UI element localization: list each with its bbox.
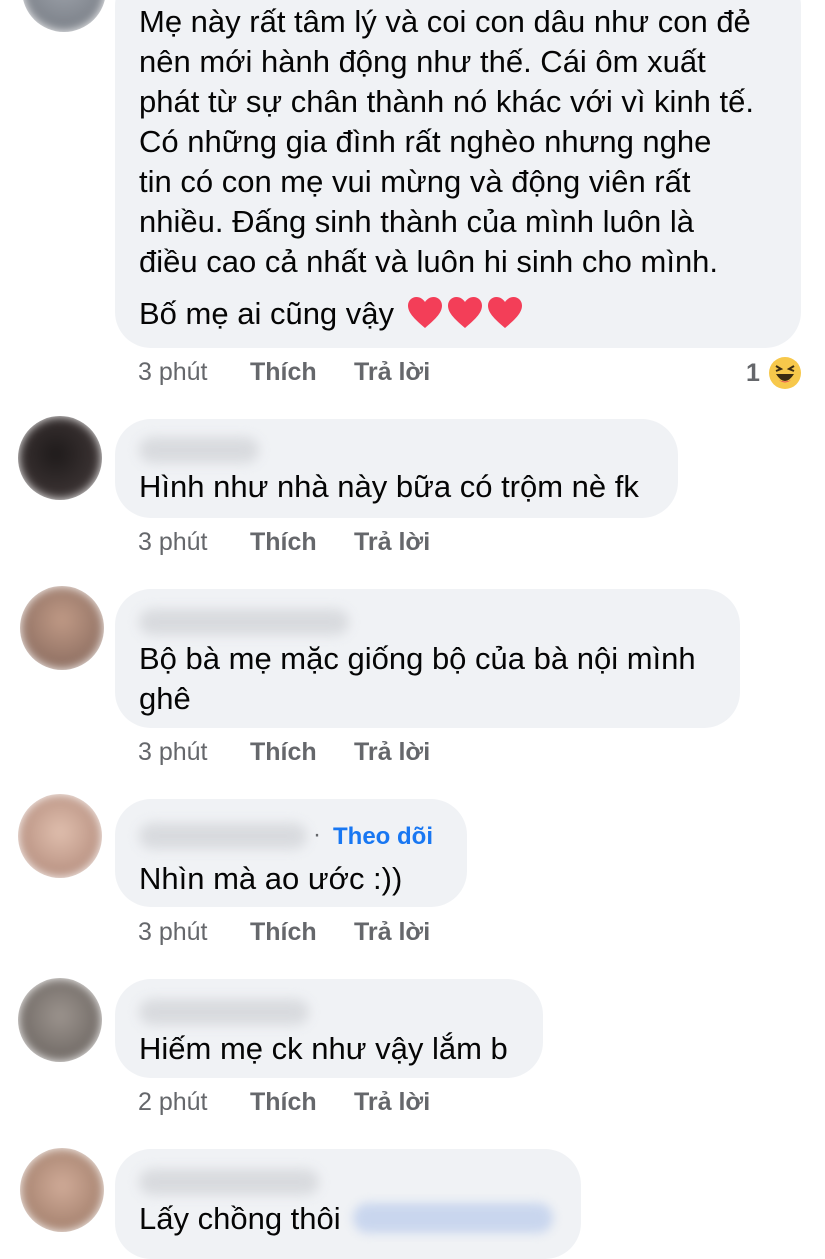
author-name-redacted[interactable] — [139, 437, 259, 463]
tagged-user-redacted[interactable] — [353, 1203, 553, 1233]
avatar[interactable] — [18, 794, 102, 878]
comment-text: Lấy chồng thôi — [139, 1201, 341, 1236]
author-name-redacted[interactable] — [139, 823, 307, 849]
comment-text: Nhìn mà ao ước :)) — [139, 861, 403, 896]
like-button[interactable]: Thích — [250, 918, 317, 947]
haha-icon[interactable] — [768, 356, 802, 390]
comment-time[interactable]: 3 phút — [138, 738, 208, 767]
avatar[interactable] — [20, 586, 104, 670]
like-button[interactable]: Thích — [250, 1088, 317, 1117]
comment-text: Hình như nhà này bữa có trộm nè fk — [139, 469, 639, 504]
comment-time[interactable]: 3 phút — [138, 918, 208, 947]
comment-text: Bố mẹ ai cũng vậy — [139, 296, 395, 331]
author-name-redacted[interactable] — [139, 1169, 319, 1195]
comment-text-line: tin có con mẹ vui mừng và động viên rất — [139, 164, 691, 199]
heart-emoji-icon — [487, 297, 522, 328]
avatar[interactable] — [18, 416, 102, 500]
like-button[interactable]: Thích — [250, 528, 317, 557]
comment-time[interactable]: 3 phút — [138, 528, 208, 557]
comment-text-line: nên mới hành động như thế. Cái ôm xuất — [139, 44, 706, 79]
comment-bubble: Hiếm mẹ ck như vậy lắm b — [115, 979, 543, 1078]
comment-bubble: · Theo dõi Nhìn mà ao ước :)) — [115, 799, 467, 907]
avatar[interactable] — [20, 1148, 104, 1232]
reply-button[interactable]: Trả lời — [354, 738, 430, 767]
comment-text-line: Có những gia đình rất nghèo nhưng nghe — [139, 124, 712, 159]
reply-button[interactable]: Trả lời — [354, 528, 430, 557]
author-name-redacted[interactable] — [139, 609, 349, 635]
comment-text-line: điều cao cả nhất và luôn hi sinh cho mìn… — [139, 244, 719, 279]
reaction-count[interactable]: 1 — [746, 359, 760, 388]
reply-button[interactable]: Trả lời — [354, 1088, 430, 1117]
comment-bubble: Mẹ này rất tâm lý và coi con dâu như con… — [115, 0, 801, 348]
reply-button[interactable]: Trả lời — [354, 918, 430, 947]
reply-button[interactable]: Trả lời — [354, 358, 430, 387]
author-name-redacted[interactable] — [139, 999, 309, 1025]
comment-time[interactable]: 2 phút — [138, 1088, 208, 1117]
comment-text-line: nhiều. Đấng sinh thành của mình luôn là — [139, 204, 694, 239]
comment-time[interactable]: 3 phút — [138, 358, 208, 387]
separator-dot: · — [313, 821, 321, 848]
like-button[interactable]: Thích — [250, 358, 317, 387]
comment-text-line: Mẹ này rất tâm lý và coi con dâu như con… — [139, 4, 751, 39]
like-button[interactable]: Thích — [250, 738, 317, 767]
comment-text-line: ghê — [139, 681, 191, 716]
avatar[interactable] — [22, 0, 106, 32]
comment-bubble: Hình như nhà này bữa có trộm nè fk — [115, 419, 678, 518]
comment-text: Hiếm mẹ ck như vậy lắm b — [139, 1031, 508, 1066]
heart-emoji-icon — [407, 297, 442, 328]
comment-bubble: Bộ bà mẹ mặc giống bộ của bà nội mình gh… — [115, 589, 740, 728]
avatar[interactable] — [18, 978, 102, 1062]
heart-emoji-icon — [447, 297, 482, 328]
comment-text-line: Bộ bà mẹ mặc giống bộ của bà nội mình — [139, 641, 696, 676]
follow-button[interactable]: Theo dõi — [333, 823, 433, 851]
comment-last-line: Bố mẹ ai cũng vậy — [139, 294, 523, 334]
comment-text-line: phát từ sự chân thành nó khác với vì kin… — [139, 84, 755, 119]
